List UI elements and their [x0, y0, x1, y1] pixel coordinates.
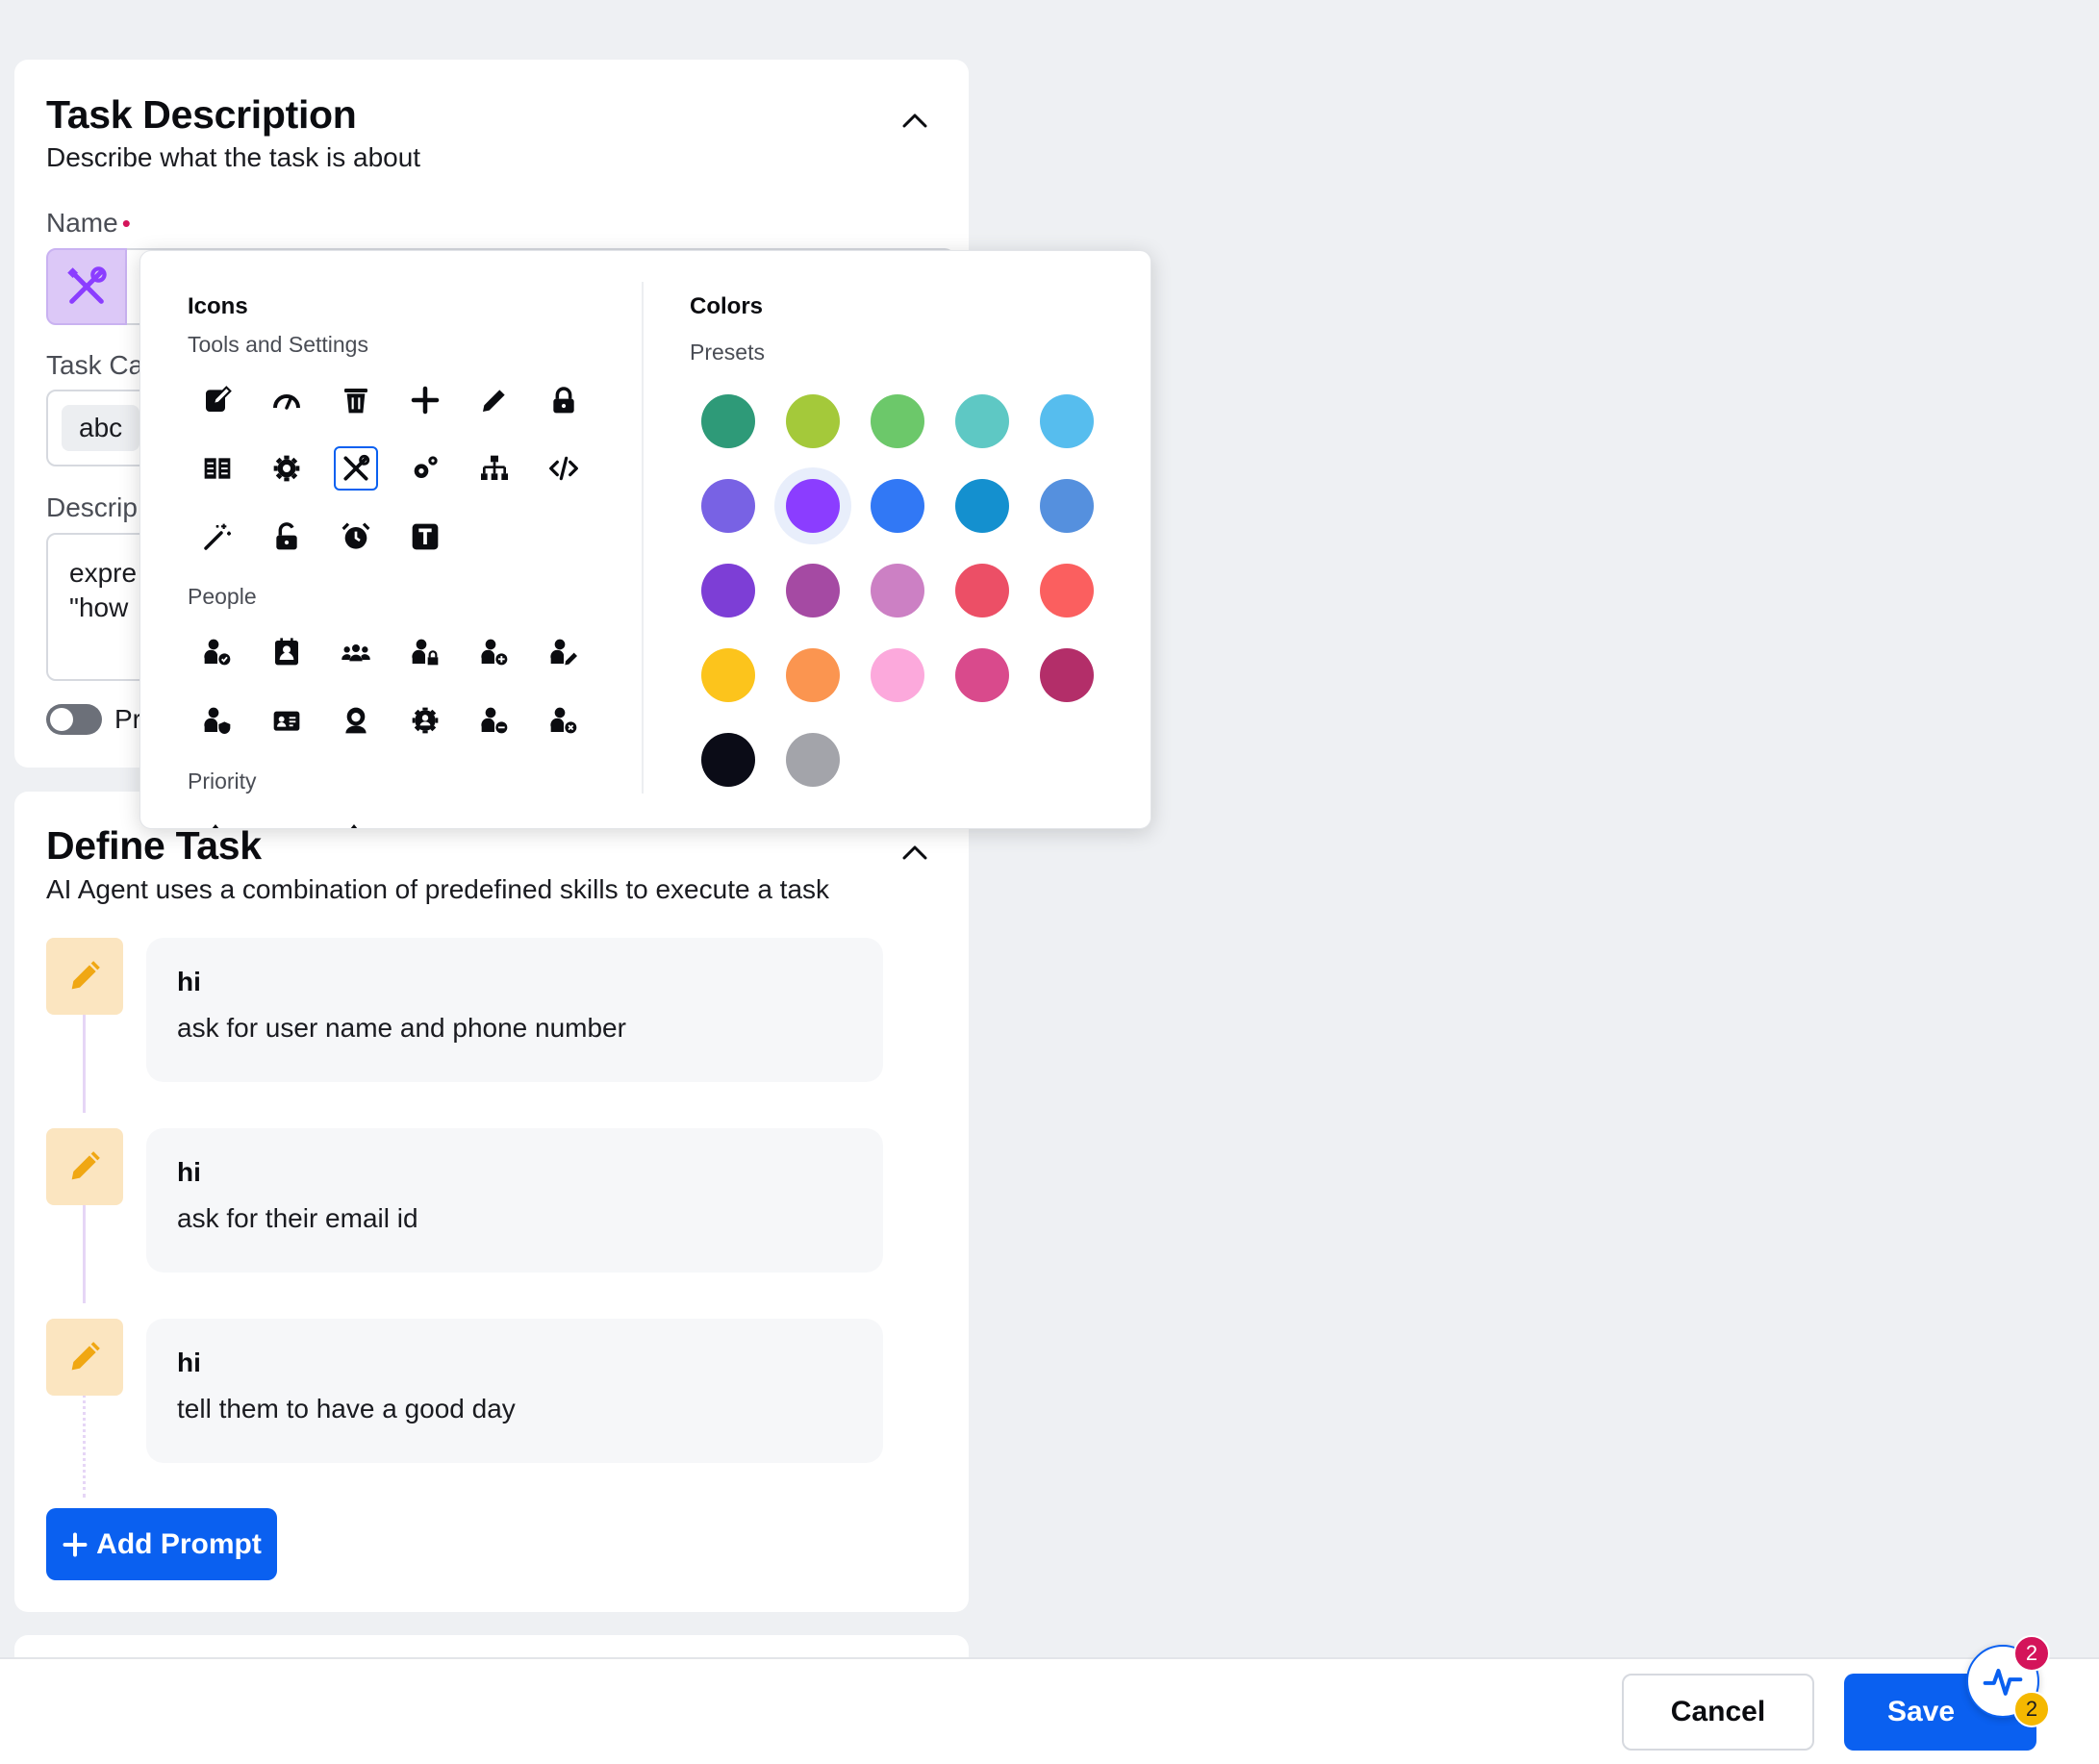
prompt-card[interactable]: hi ask for their email id: [146, 1128, 883, 1273]
color-swatch[interactable]: [871, 479, 924, 533]
presets-label: Presets: [690, 340, 765, 365]
name-label: Name •: [46, 208, 131, 238]
prompt-title: hi: [177, 967, 201, 996]
description-label: Descrip: [46, 492, 138, 522]
color-swatch[interactable]: [786, 648, 840, 702]
tools-icon[interactable]: [334, 446, 378, 491]
pencil-icon: [46, 1319, 123, 1396]
icons-heading: Icons: [188, 293, 248, 319]
prompt-text: ask for user name and phone number: [177, 1013, 626, 1043]
icon-picker-button[interactable]: [46, 248, 127, 325]
prompt-title: hi: [177, 1348, 201, 1377]
color-swatch[interactable]: [1040, 648, 1094, 702]
pencil-icon: [46, 938, 123, 1015]
colors-heading: Colors: [690, 293, 764, 319]
color-swatch[interactable]: [871, 394, 924, 448]
group-icon[interactable]: [334, 630, 378, 674]
edit-icon[interactable]: [195, 378, 240, 422]
prompt-text: ask for their email id: [177, 1203, 418, 1233]
pencil-icon[interactable]: [472, 378, 517, 422]
id-card-icon[interactable]: [265, 698, 309, 743]
prompt-card[interactable]: hi tell them to have a good day: [146, 1319, 883, 1463]
plus-icon: [63, 1532, 88, 1556]
color-swatch[interactable]: [701, 564, 755, 617]
color-swatch[interactable]: [786, 479, 840, 533]
add-prompt-button[interactable]: Add Prompt: [46, 1508, 277, 1580]
sitemap-icon[interactable]: [472, 446, 517, 491]
task-description-title: Task Description: [46, 92, 357, 137]
chevron-up-icon[interactable]: [896, 834, 934, 872]
color-swatch[interactable]: [1040, 394, 1094, 448]
priority-icons-partial: [212, 824, 358, 828]
support-agent-icon[interactable]: [334, 698, 378, 743]
color-swatch[interactable]: [786, 564, 840, 617]
define-task-title: Define Task: [46, 823, 262, 868]
group-people: People: [188, 584, 257, 609]
color-swatch[interactable]: [1040, 564, 1094, 617]
plus-icon[interactable]: [403, 378, 447, 422]
text-icon[interactable]: [403, 515, 447, 559]
chevron-up-icon[interactable]: [896, 102, 934, 140]
user-add-icon[interactable]: [472, 630, 517, 674]
color-swatch[interactable]: [955, 564, 1009, 617]
task-description-subtitle: Describe what the task is about: [46, 142, 421, 172]
color-swatch[interactable]: [786, 733, 840, 787]
toggle-switch[interactable]: [46, 704, 102, 735]
task-category-label: Task Ca: [46, 350, 144, 380]
step-connector: [83, 1192, 86, 1303]
color-swatch[interactable]: [701, 394, 755, 448]
prompt-text: tell them to have a good day: [177, 1394, 516, 1424]
add-prompt-label: Add Prompt: [96, 1527, 262, 1560]
step-connector: [83, 1001, 86, 1113]
contact-card-icon[interactable]: [265, 630, 309, 674]
save-label: Save: [1886, 1696, 1956, 1727]
color-swatch[interactable]: [1040, 479, 1094, 533]
group-tools-settings: Tools and Settings: [188, 332, 368, 357]
group-priority: Priority: [188, 769, 257, 794]
prompt-title: hi: [177, 1157, 201, 1187]
notification-badge: 2: [2013, 1635, 2050, 1672]
user-shield-icon[interactable]: [195, 698, 240, 743]
user-gear-icon[interactable]: [403, 698, 447, 743]
tools-icon: [67, 266, 107, 304]
user-remove-icon[interactable]: [472, 698, 517, 743]
book-icon[interactable]: [195, 446, 240, 491]
user-check-icon[interactable]: [195, 630, 240, 674]
gears-icon[interactable]: [403, 446, 447, 491]
user-lock-icon[interactable]: [403, 630, 447, 674]
icon-color-picker-popover: Icons Tools and Settings People Priority…: [139, 250, 1151, 829]
code-icon[interactable]: [542, 446, 586, 491]
define-task-card: Define Task AI Agent uses a combination …: [14, 792, 969, 1612]
popover-divider: [642, 282, 644, 794]
color-swatch[interactable]: [786, 394, 840, 448]
color-swatch[interactable]: [871, 564, 924, 617]
toggle-label: Pr: [114, 704, 141, 734]
unlock-icon[interactable]: [265, 515, 309, 559]
color-swatch[interactable]: [871, 648, 924, 702]
notification-badge: 2: [2013, 1691, 2050, 1727]
lock-icon[interactable]: [542, 378, 586, 422]
trash-icon[interactable]: [334, 378, 378, 422]
alarm-clock-icon[interactable]: [334, 515, 378, 559]
define-task-subtitle: AI Agent uses a combination of predefine…: [46, 874, 830, 904]
gear-icon[interactable]: [265, 446, 309, 491]
user-block-icon[interactable]: [542, 698, 586, 743]
user-edit-icon[interactable]: [542, 630, 586, 674]
color-swatch[interactable]: [701, 648, 755, 702]
speedometer-icon[interactable]: [265, 378, 309, 422]
color-swatch[interactable]: [701, 733, 755, 787]
color-swatch[interactable]: [955, 648, 1009, 702]
color-swatch[interactable]: [955, 479, 1009, 533]
category-chip[interactable]: abc: [62, 405, 140, 451]
magic-wand-icon[interactable]: [195, 515, 240, 559]
pencil-icon: [46, 1128, 123, 1205]
color-swatch[interactable]: [955, 394, 1009, 448]
cancel-button[interactable]: Cancel: [1622, 1674, 1814, 1751]
required-mark: •: [121, 209, 131, 238]
color-swatch[interactable]: [701, 479, 755, 533]
prompt-card[interactable]: hi ask for user name and phone number: [146, 938, 883, 1082]
step-connector: [83, 1382, 86, 1498]
